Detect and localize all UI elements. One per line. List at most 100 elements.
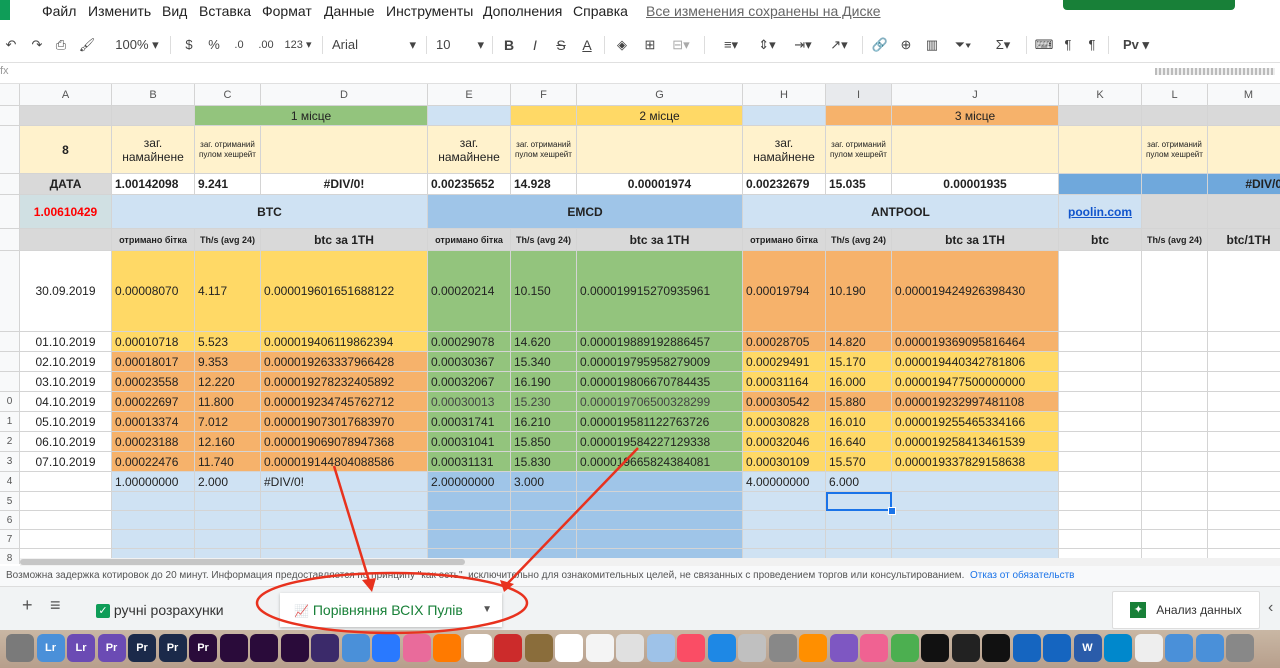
paint-format-icon[interactable]: 🖌: [78, 34, 96, 56]
borders-icon[interactable]: ⊞: [640, 34, 660, 56]
dock-app-icon[interactable]: [677, 634, 705, 662]
cell[interactable]: [1208, 126, 1280, 174]
data-cell[interactable]: 0.00030109: [743, 452, 826, 472]
data-cell[interactable]: 0.000019915270935961: [577, 251, 743, 332]
data-cell[interactable]: 0.00013374: [112, 412, 195, 432]
input-language-select[interactable]: Рv ▾: [1118, 34, 1154, 56]
dock-app-icon[interactable]: [1195, 634, 1224, 662]
data-cell[interactable]: 0.00031131: [428, 452, 511, 472]
data-cell[interactable]: 0.000019795958279009: [577, 352, 743, 372]
cell[interactable]: [1142, 195, 1208, 229]
cell[interactable]: [1142, 412, 1208, 432]
cell[interactable]: [428, 511, 511, 530]
dock-app-icon[interactable]: [768, 634, 797, 662]
row-header[interactable]: [0, 174, 20, 195]
pool-antpool-header[interactable]: ANTPOOL: [743, 195, 1059, 229]
dock-app-icon[interactable]: [555, 634, 583, 662]
horizontal-scrollbar[interactable]: [20, 558, 1280, 566]
spreadsheet-grid[interactable]: ABCDEFGHIJKLM012345678901 місце2 місце3 …: [0, 84, 1280, 564]
cell[interactable]: [1059, 126, 1142, 174]
data-cell[interactable]: 9.353: [195, 352, 261, 372]
text-rotate-icon[interactable]: ↗▾: [824, 34, 854, 56]
cell[interactable]: [577, 530, 743, 549]
dock-app-icon[interactable]: [1165, 634, 1193, 662]
data-cell[interactable]: 0.000019440342781806: [892, 352, 1059, 372]
zoom-select[interactable]: 100% ▾: [112, 34, 162, 56]
dock-app-icon[interactable]: Pr: [158, 634, 187, 662]
cell[interactable]: [195, 492, 261, 511]
row-header[interactable]: [0, 229, 20, 251]
cell[interactable]: [20, 472, 112, 492]
data-cell[interactable]: 0.000019406119862394: [261, 332, 428, 352]
cell[interactable]: [1142, 251, 1208, 332]
row-header[interactable]: 7: [0, 530, 20, 549]
cell[interactable]: [1142, 492, 1208, 511]
comment-icon[interactable]: ⊕: [896, 34, 916, 56]
data-cell[interactable]: 16.640: [826, 432, 892, 452]
menu-insert[interactable]: Вставка: [199, 3, 251, 19]
cell[interactable]: [892, 511, 1059, 530]
row-header[interactable]: [0, 372, 20, 392]
total-cell[interactable]: 0.00235652: [428, 174, 511, 195]
tab-manual-calc[interactable]: ✓ ручні розрахунки: [96, 593, 256, 627]
undo-icon[interactable]: ↶: [2, 34, 20, 56]
cell[interactable]: [1142, 511, 1208, 530]
data-cell[interactable]: 0.000019369095816464: [892, 332, 1059, 352]
cell[interactable]: [743, 530, 826, 549]
data-cell[interactable]: 15.230: [511, 392, 577, 412]
cell[interactable]: [577, 492, 743, 511]
column-subheader[interactable]: btc за 1TH: [577, 229, 743, 251]
text-wrap-icon[interactable]: ⇥▾: [788, 34, 818, 56]
column-header-c[interactable]: C: [195, 84, 261, 106]
cell[interactable]: [20, 492, 112, 511]
totals-cell[interactable]: 2.000: [195, 472, 261, 492]
place-first-header[interactable]: 1 місце: [195, 106, 428, 126]
place-third-header[interactable]: 3 місце: [892, 106, 1059, 126]
totals-cell[interactable]: 6.000: [826, 472, 892, 492]
cell[interactable]: [1142, 472, 1208, 492]
increase-decimal-button[interactable]: .00: [254, 34, 278, 56]
header-label[interactable]: заг. намайнене: [743, 126, 826, 174]
column-header-l[interactable]: L: [1142, 84, 1208, 106]
column-subheader[interactable]: btc за 1TH: [261, 229, 428, 251]
data-cell[interactable]: 14.620: [511, 332, 577, 352]
column-header-f[interactable]: F: [511, 84, 577, 106]
count-cell[interactable]: 8: [20, 126, 112, 174]
dock-app-icon[interactable]: [1104, 634, 1132, 662]
cell[interactable]: [261, 530, 428, 549]
menu-data[interactable]: Данные: [324, 3, 375, 19]
data-cell[interactable]: 0.000019665824384081: [577, 452, 743, 472]
dock-app-icon[interactable]: [280, 634, 309, 662]
cell[interactable]: [1208, 432, 1280, 452]
cell[interactable]: [1059, 492, 1142, 511]
cell[interactable]: [20, 511, 112, 530]
data-cell[interactable]: 0.000019263337966428: [261, 352, 428, 372]
cell[interactable]: [1059, 251, 1142, 332]
menu-tools[interactable]: Инструменты: [386, 3, 473, 19]
dock-app-icon[interactable]: [951, 634, 980, 662]
column-subheader[interactable]: Th/s (avg 24): [195, 229, 261, 251]
data-cell[interactable]: 14.820: [826, 332, 892, 352]
saved-status[interactable]: Все изменения сохранены на Диске: [646, 3, 881, 19]
dock-app-icon[interactable]: [1043, 634, 1071, 662]
redo-icon[interactable]: ↷: [28, 34, 46, 56]
add-sheet-button[interactable]: +: [22, 595, 33, 616]
data-cell[interactable]: 0.000019424926398430: [892, 251, 1059, 332]
data-cell[interactable]: 0.00030828: [743, 412, 826, 432]
cell[interactable]: [1059, 332, 1142, 352]
column-header-g[interactable]: G: [577, 84, 743, 106]
cell[interactable]: [1142, 530, 1208, 549]
date-cell[interactable]: 07.10.2019: [20, 452, 112, 472]
row-header[interactable]: [0, 106, 20, 126]
data-cell[interactable]: 0.00029078: [428, 332, 511, 352]
row-header[interactable]: [0, 126, 20, 174]
totals-cell[interactable]: [577, 472, 743, 492]
dock-app-icon[interactable]: [250, 634, 278, 662]
data-cell[interactable]: 0.00030542: [743, 392, 826, 412]
cell[interactable]: [261, 126, 428, 174]
total-cell[interactable]: 0.00232679: [743, 174, 826, 195]
link-icon[interactable]: 🔗: [870, 34, 890, 56]
data-cell[interactable]: 0.00030013: [428, 392, 511, 412]
print-icon[interactable]: ⎙: [52, 34, 70, 56]
cell[interactable]: [195, 530, 261, 549]
